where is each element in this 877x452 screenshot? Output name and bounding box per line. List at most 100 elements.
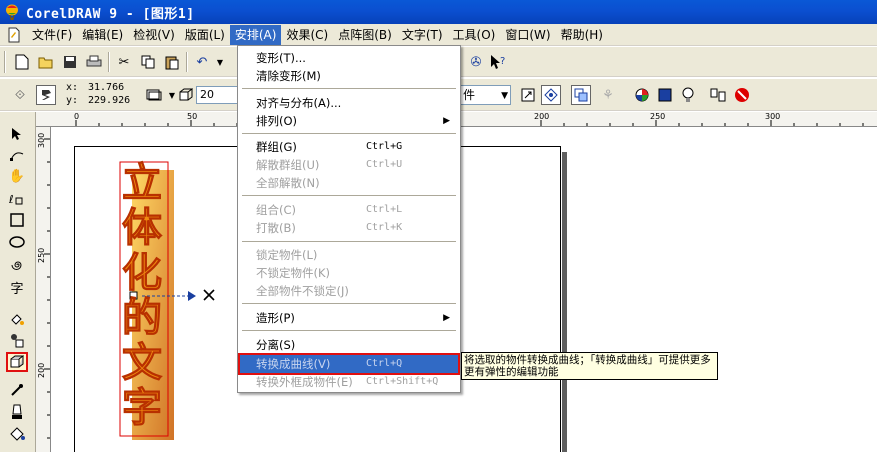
title-bar: CorelDRAW 9 - [图形1] [0, 0, 877, 24]
copy-extrude-icon[interactable] [708, 85, 728, 105]
spiral-tool-icon[interactable] [6, 255, 28, 275]
object-combo[interactable]: 件 ▼ [459, 85, 511, 105]
extrude-preset-icon[interactable]: ⟐ [10, 85, 30, 105]
menu-item-shortcut: Ctrl+Q [366, 358, 403, 369]
interactive-extrude-tool-icon[interactable] [6, 352, 28, 372]
toolbar-separator [186, 52, 188, 72]
freehand-tool-icon[interactable]: ℓ [6, 188, 28, 208]
interactive-fill-tool-icon[interactable] [6, 309, 28, 329]
menu-separator [242, 133, 456, 135]
menu-item-label: 变形(T)... [256, 51, 306, 65]
menu-layout[interactable]: 版面(L) [180, 25, 230, 45]
fill-tool-icon[interactable] [6, 424, 28, 444]
new-document-icon[interactable] [12, 52, 32, 72]
menu-item-separate[interactable]: 分离(S) [240, 336, 458, 354]
ellipse-tool-icon[interactable] [6, 232, 28, 252]
menu-text[interactable]: 文字(T) [397, 25, 448, 45]
shape-tool-icon[interactable] [6, 145, 28, 165]
zoom-hand-tool-icon[interactable]: ✋ [6, 166, 28, 186]
menu-separator [242, 330, 456, 332]
lighting-icon[interactable] [678, 85, 698, 105]
rotate-icon[interactable] [518, 85, 538, 105]
menu-item-label: 锁定物件(L) [256, 248, 318, 262]
object-combo-value: 件 [463, 88, 476, 102]
toolbox: ✋ ℓ 字 [0, 112, 36, 452]
menu-item-label: 对齐与分布(A)... [256, 96, 342, 110]
menu-arrange[interactable]: 安排(A) [229, 24, 282, 45]
copy-properties-icon[interactable]: ⚘ [598, 85, 618, 105]
whats-this-help-icon[interactable]: ? [488, 52, 508, 72]
y-label: y: [66, 95, 79, 106]
insert-symbol-icon[interactable]: ✇ [466, 52, 486, 72]
interactive-blend-tool-icon[interactable] [6, 330, 28, 350]
menu-item-label: 解散群组(U) [256, 158, 320, 172]
depth-icon [176, 85, 196, 105]
menu-file[interactable]: 文件(F) [27, 25, 77, 45]
undo-icon[interactable]: ↶ [192, 52, 212, 72]
x-coordinate-field[interactable]: 31.766 [88, 82, 124, 93]
menu-separator [242, 303, 456, 305]
ruler-label: 250 [37, 247, 46, 263]
menu-separator [242, 88, 456, 90]
menu-effects[interactable]: 效果(C) [281, 25, 333, 45]
vanishing-point-x-icon[interactable] [203, 289, 215, 301]
menu-item-label: 群组(G) [256, 140, 297, 154]
menu-item-shortcut: Ctrl+Shift+Q [366, 376, 439, 387]
open-folder-icon[interactable] [36, 52, 56, 72]
menu-item-label: 分离(S) [256, 338, 296, 352]
print-icon[interactable] [84, 52, 104, 72]
depth-field[interactable]: 20 [196, 86, 238, 104]
menu-separator [242, 195, 456, 197]
undo-dropdown-icon[interactable]: ▼ [210, 52, 230, 72]
menu-item-label: 转换成曲线(V) [256, 357, 331, 371]
toolbar-separator [108, 52, 110, 72]
paste-icon[interactable] [162, 52, 182, 72]
extrusion-type-icon[interactable] [144, 85, 164, 105]
menu-item-clear-transform[interactable]: 清除变形(M) [240, 67, 458, 85]
menu-view[interactable]: 检视(V) [128, 25, 180, 45]
menu-item-unlock-object: 不锁定物件(K) [240, 264, 458, 282]
extruded-text: 立体化的文字 [122, 159, 163, 431]
pick-tool-icon[interactable] [6, 124, 28, 144]
y-coordinate-field[interactable]: 229.926 [88, 95, 130, 106]
drawing-canvas[interactable]: 立体化的文字 [52, 128, 877, 452]
menu-item-shaping[interactable]: 造形(P) ▶ [240, 309, 458, 327]
menu-item-label: 造形(P) [256, 311, 295, 325]
menu-item-group[interactable]: 群组(G) Ctrl+G [240, 138, 458, 156]
x-label: x: [66, 82, 79, 93]
outline-tool-icon[interactable] [6, 402, 28, 422]
menu-item-label: 组合(C) [256, 203, 297, 217]
cut-icon[interactable]: ✂ [114, 52, 134, 72]
bevel-color-icon[interactable] [655, 85, 675, 105]
extrude-type-icon[interactable] [36, 85, 56, 105]
toolbar-grip [4, 51, 6, 73]
menu-bitmaps[interactable]: 点阵图(B) [333, 25, 397, 45]
menu-help[interactable]: 帮助(H) [556, 25, 608, 45]
menu-item-convert-to-curves[interactable]: 转换成曲线(V) Ctrl+Q [238, 353, 460, 375]
text-tool-icon[interactable]: 字 [6, 277, 28, 297]
svg-text:?: ? [500, 56, 505, 67]
page-shadow [562, 152, 567, 452]
vertical-ruler: 300 250 200 [36, 127, 51, 452]
save-icon[interactable] [60, 52, 80, 72]
menu-window[interactable]: 窗口(W) [500, 25, 555, 45]
svg-text:ℓ: ℓ [9, 193, 14, 206]
copy-icon[interactable] [138, 52, 158, 72]
menu-item-order[interactable]: 排列(O) ▶ [240, 112, 458, 130]
rectangle-tool-icon[interactable] [6, 210, 28, 230]
menu-tooltip: 将选取的物件转换成曲线；「转换成曲线」可提供更多更有弹性的编辑功能 [461, 352, 718, 380]
menu-item-shortcut: Ctrl+G [366, 141, 403, 152]
vanishing-point-icon[interactable] [541, 85, 561, 105]
bevel-icon[interactable] [571, 85, 591, 105]
menu-item-label: 不锁定物件(K) [256, 266, 331, 280]
menu-item-ungroup-all: 全部解散(N) [240, 174, 458, 192]
menu-item-align-distribute[interactable]: 对齐与分布(A)... [240, 94, 458, 112]
eyedropper-tool-icon[interactable] [6, 380, 28, 400]
menu-edit[interactable]: 编辑(E) [77, 25, 128, 45]
menu-tools[interactable]: 工具(O) [448, 25, 501, 45]
document-icon[interactable] [6, 27, 22, 43]
menu-item-label: 全部解散(N) [256, 176, 320, 190]
menu-item-transform[interactable]: 变形(T)... [240, 49, 458, 67]
clear-extrude-icon[interactable] [732, 85, 752, 105]
color-fill-icon[interactable] [632, 85, 652, 105]
